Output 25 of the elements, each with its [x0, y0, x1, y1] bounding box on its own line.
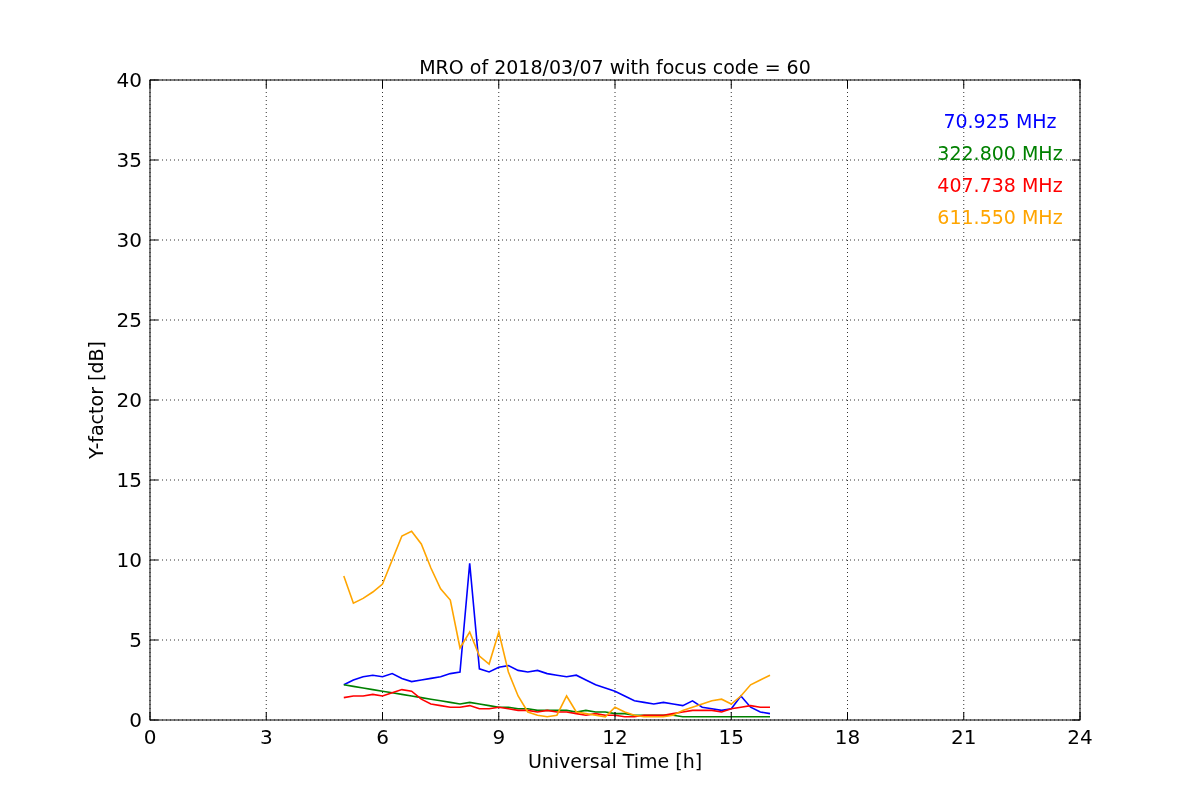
- tick-label: 0: [129, 708, 142, 732]
- tick-label: 15: [718, 725, 744, 749]
- y-axis-label: Y-factor [dB]: [85, 341, 107, 459]
- tick-label: 30: [116, 228, 142, 252]
- tick-label: 3: [259, 725, 273, 749]
- tick-label: 5: [129, 628, 142, 652]
- tick-label: 12: [602, 725, 628, 749]
- tick-label: 15: [116, 468, 142, 492]
- tick-label: 18: [834, 725, 861, 749]
- tick-label: 20: [116, 388, 142, 412]
- chart-title: MRO of 2018/03/07 with focus code = 60: [419, 56, 811, 78]
- legend-entry: 70.925 MHz: [943, 110, 1057, 132]
- tick-label: 9: [492, 725, 506, 749]
- x-axis-label: Universal Time [h]: [527, 750, 703, 772]
- tick-label: 21: [951, 725, 977, 749]
- tick-label: 35: [116, 148, 142, 172]
- tick-label: 24: [1067, 725, 1093, 749]
- tick-label: 25: [116, 308, 142, 332]
- tick-label: 0: [143, 725, 157, 749]
- tick-label: 40: [116, 68, 142, 92]
- legend-entry: 611.550 MHz: [937, 206, 1063, 228]
- tick-label: 10: [116, 548, 142, 572]
- tick-label: 6: [376, 725, 389, 749]
- legend-entry: 407.738 MHz: [937, 174, 1063, 196]
- legend-entry: 322.800 MHz: [937, 142, 1063, 164]
